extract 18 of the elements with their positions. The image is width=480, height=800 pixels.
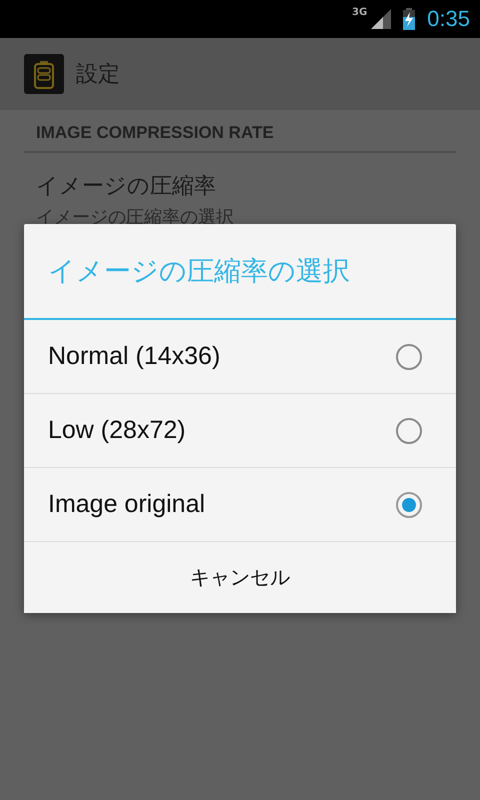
radio-button[interactable] (396, 344, 422, 370)
app-battery-icon[interactable] (24, 54, 64, 94)
radio-option[interactable]: Low (28x72) (24, 394, 456, 468)
radio-button[interactable] (396, 492, 422, 518)
option-label: Image original (48, 490, 206, 519)
option-label: Normal (14x36) (48, 342, 220, 371)
dialog-title: イメージの圧縮率の選択 (24, 224, 456, 320)
screen-title: 設定 (76, 61, 120, 89)
radio-option[interactable]: Normal (14x36) (24, 320, 456, 394)
radio-button[interactable] (396, 418, 422, 444)
preference-title: イメージの圧縮率 (36, 173, 217, 201)
section-header: IMAGE COMPRESSION RATE (24, 110, 456, 153)
battery-charging-icon (403, 8, 416, 30)
option-label: Low (28x72) (48, 416, 186, 445)
signal-icon (371, 9, 392, 29)
network-type-label: 3G (352, 7, 368, 18)
clock: 0:35 (427, 6, 470, 32)
cancel-button[interactable]: キャンセル (24, 542, 456, 613)
